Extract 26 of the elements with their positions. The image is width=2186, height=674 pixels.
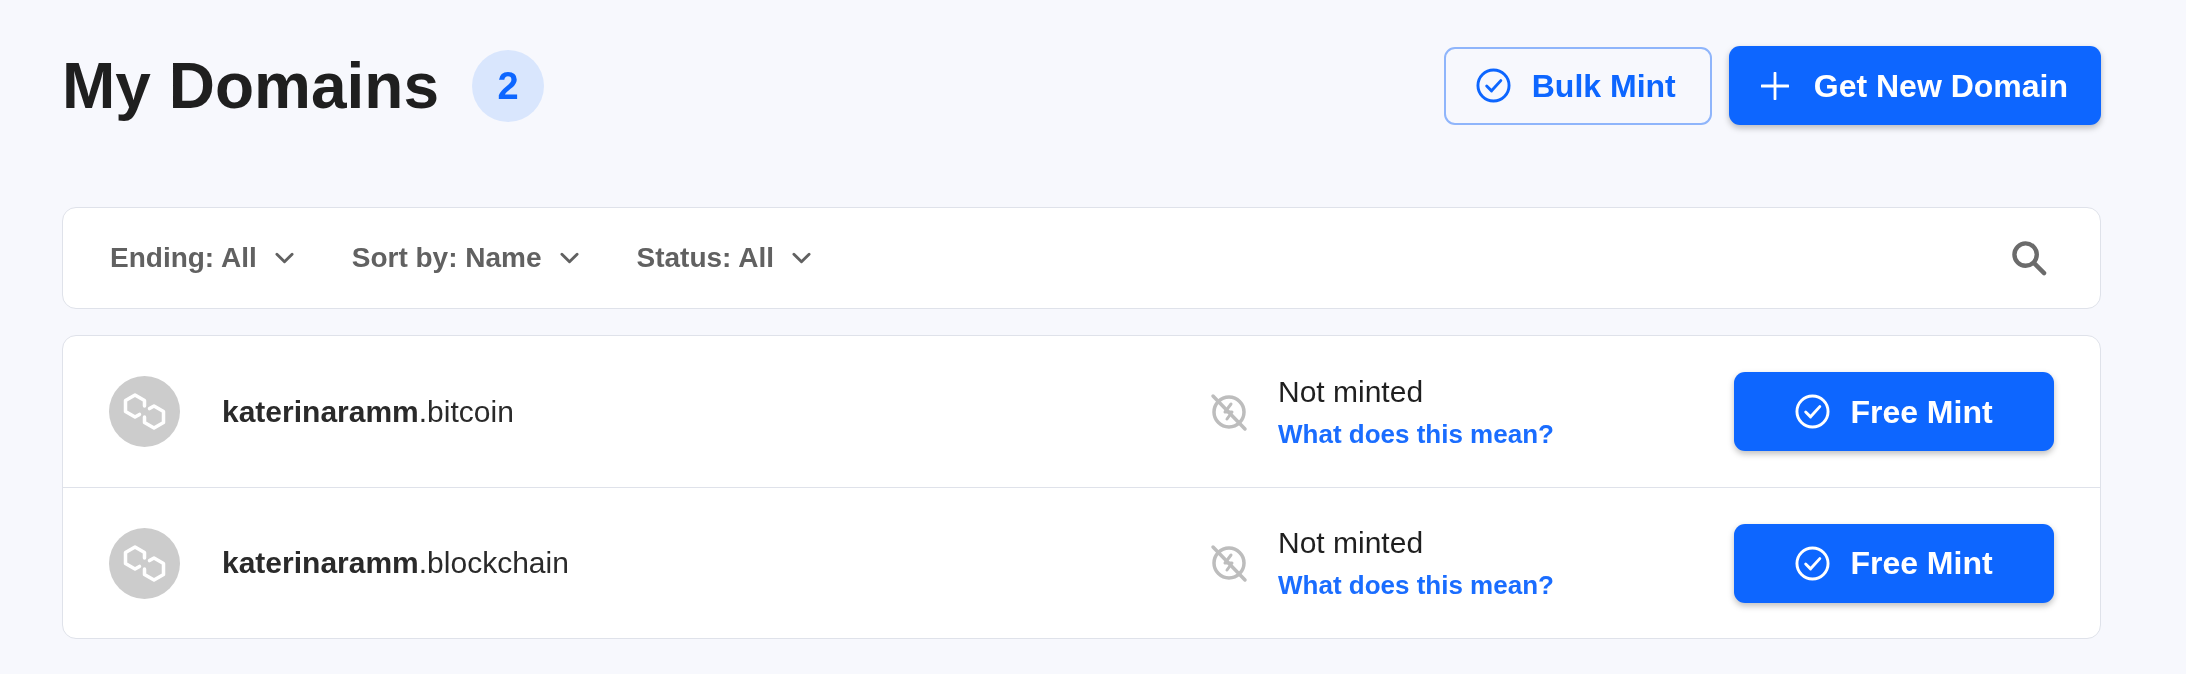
chevron-down-icon — [274, 252, 294, 264]
crossed-circle-icon — [1209, 543, 1249, 583]
mint-status: Not minted — [1278, 373, 1425, 410]
plus-icon — [1760, 71, 1789, 100]
free-mint-button[interactable]: Free Mint — [1734, 372, 2054, 451]
chevron-down-icon — [791, 252, 811, 264]
domain-name: katerinaramm.blockchain — [222, 548, 569, 578]
help-link[interactable]: What does this mean? — [1278, 569, 1554, 601]
get-new-domain-button[interactable]: Get New Domain — [1728, 46, 2101, 125]
search-icon[interactable] — [2012, 240, 2047, 276]
hexagon-link-icon — [109, 527, 180, 599]
check-circle-icon — [1475, 68, 1511, 103]
crossed-circle-icon — [1209, 391, 1249, 432]
filter-dropdown[interactable]: Ending: All — [110, 244, 294, 272]
check-circle-icon — [1795, 545, 1831, 581]
chevron-down-icon — [559, 252, 579, 264]
count-badge: 2 — [471, 49, 544, 122]
domain-name: katerinaramm.bitcoin — [222, 396, 514, 427]
mint-status: Not minted — [1278, 525, 1425, 561]
bulk-mint-button[interactable]: Bulk Mint — [1443, 46, 1712, 125]
free-mint-button[interactable]: Free Mint — [1734, 523, 2054, 603]
check-circle-icon — [1795, 394, 1831, 429]
filter-dropdown[interactable]: Sort by: Name — [351, 244, 579, 272]
help-link[interactable]: What does this mean? — [1278, 417, 1554, 450]
filter-dropdown[interactable]: Status: All — [636, 244, 811, 272]
hexagon-link-icon — [109, 376, 180, 447]
